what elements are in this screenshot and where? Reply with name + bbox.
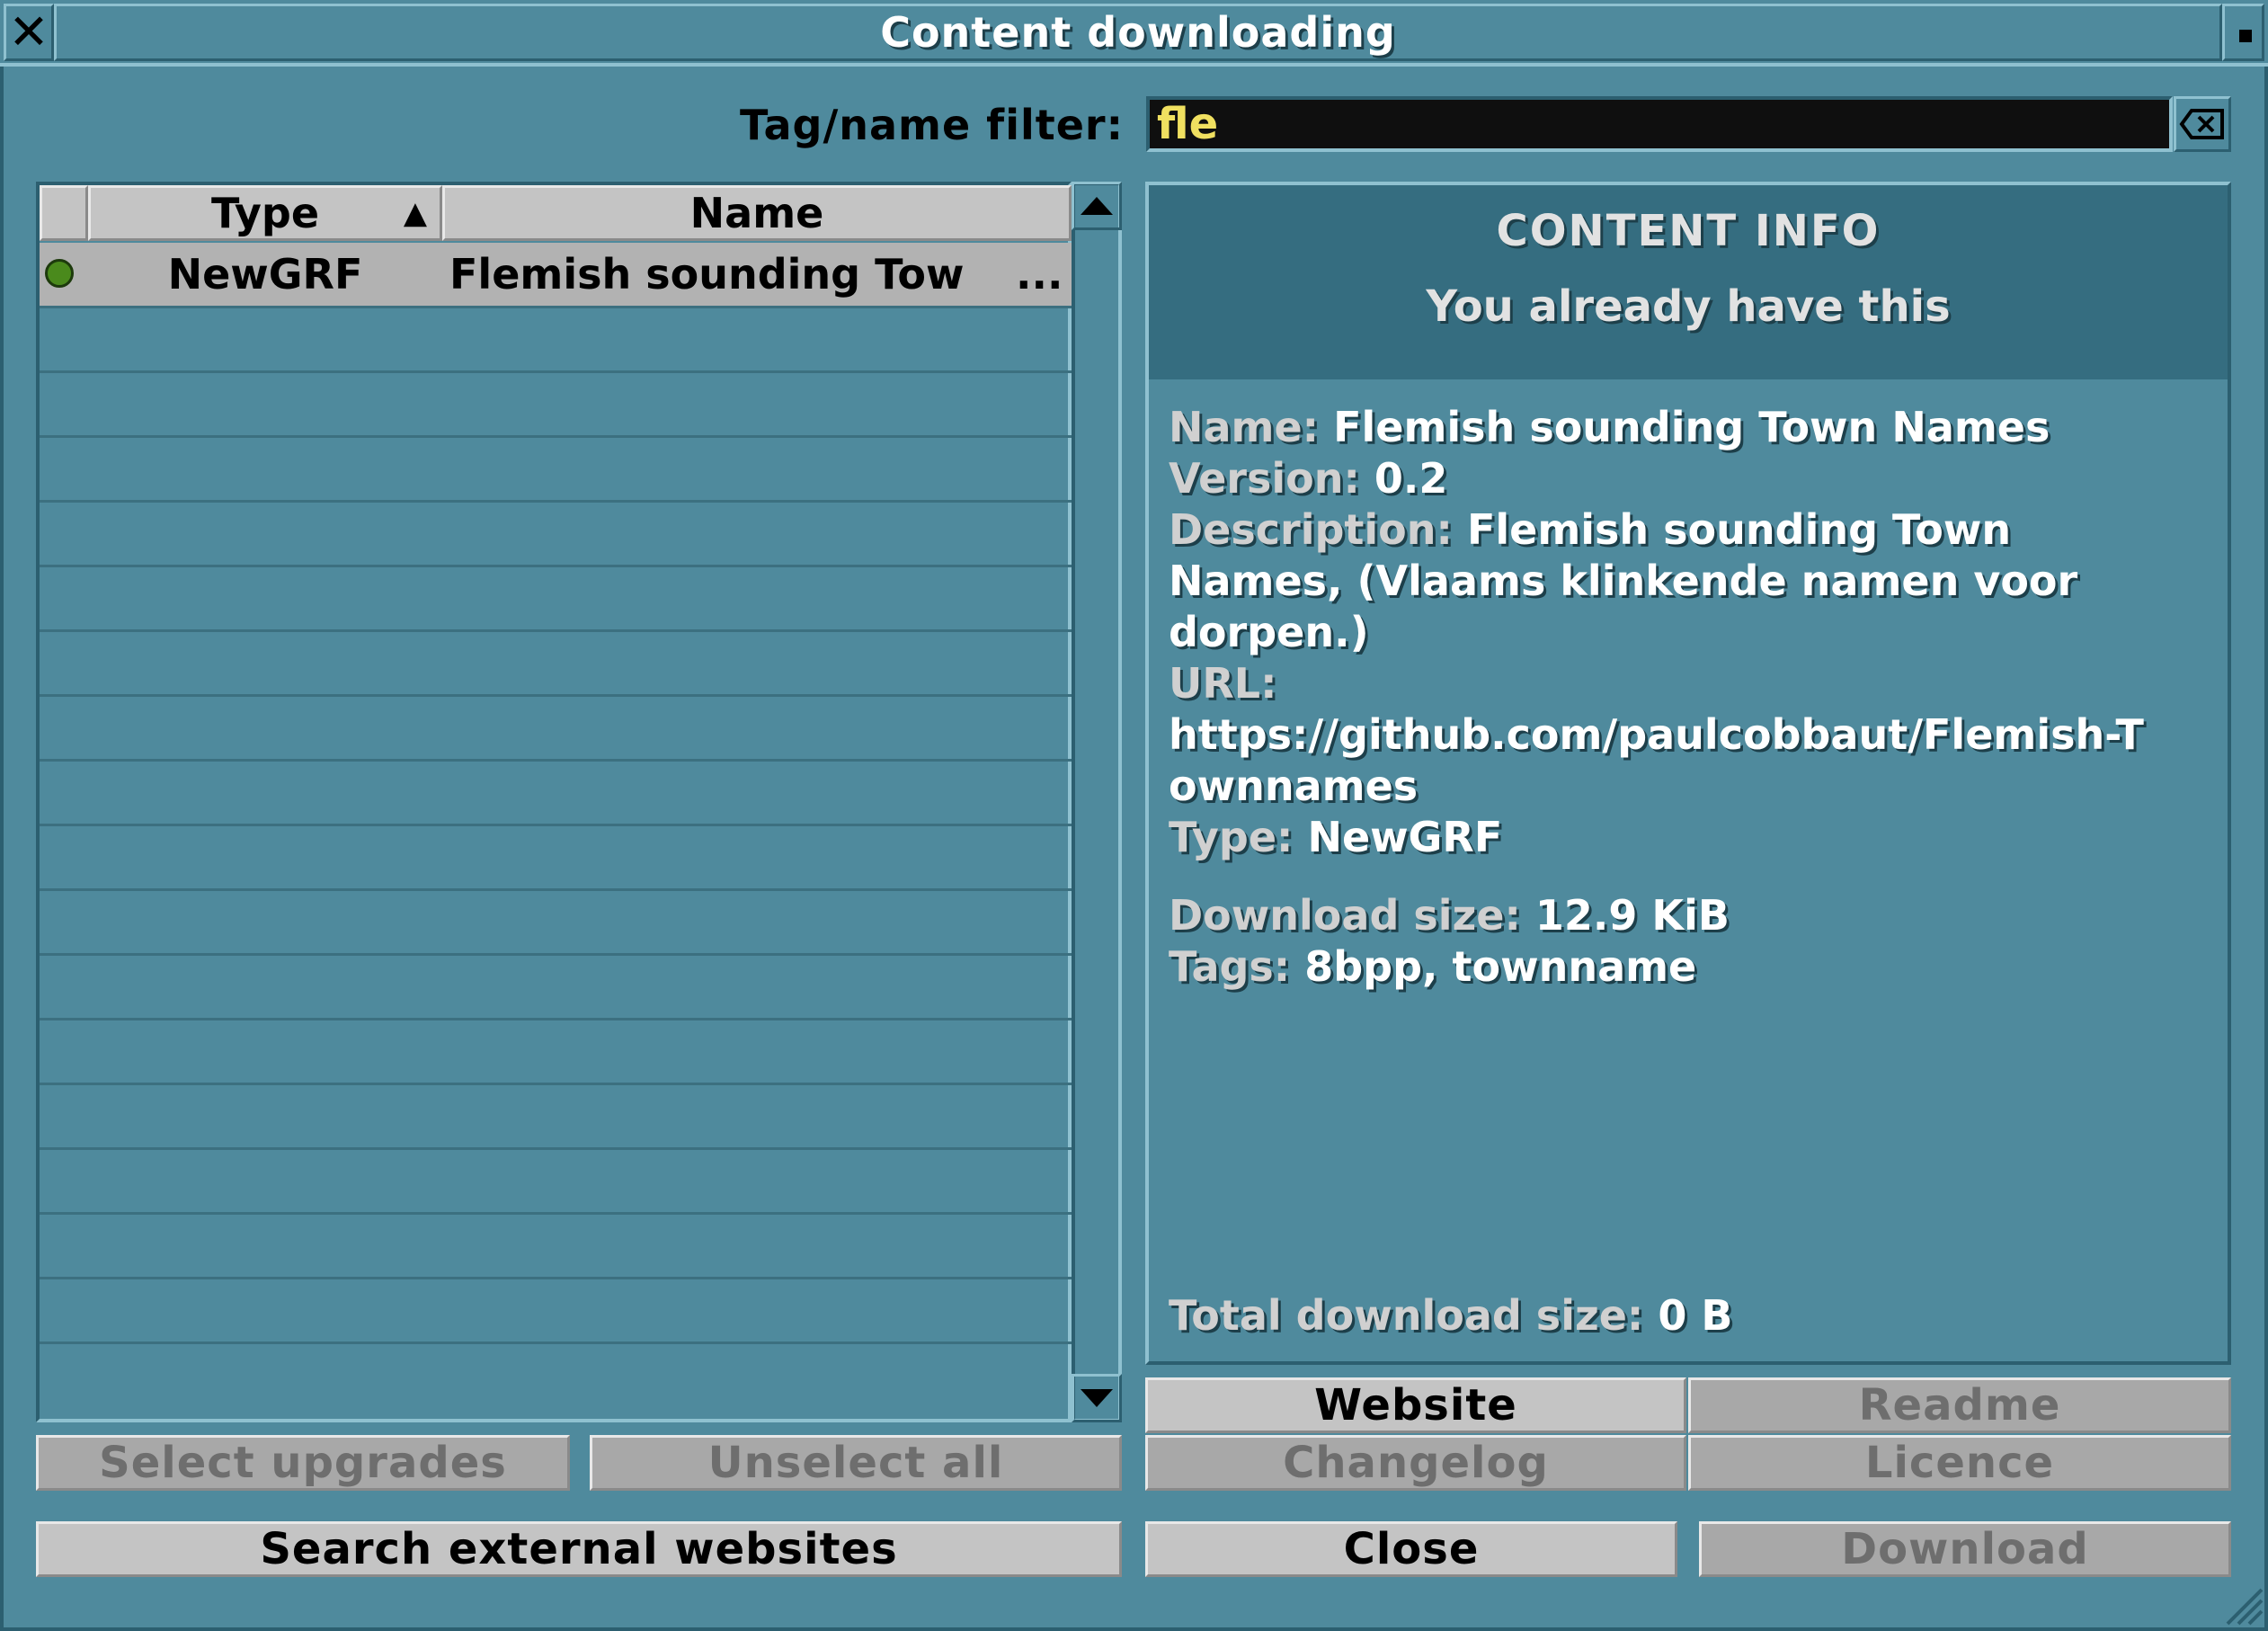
total-download-size-label: Total download size: — [1169, 1291, 1644, 1340]
filter-input-value: fle — [1157, 99, 1219, 149]
window-title[interactable]: Content downloading — [54, 4, 2222, 61]
search-external-websites-button[interactable]: Search external websites — [36, 1521, 1122, 1577]
status-installed-icon — [45, 259, 74, 288]
row-divider — [40, 1341, 1072, 1344]
info-name: Name: Flemish sounding Town Names — [1169, 402, 2211, 453]
list-item-ellipsis: ... — [1016, 250, 1063, 299]
row-divider — [40, 1018, 1072, 1020]
unselect-all-button[interactable]: Unselect all — [590, 1435, 1122, 1491]
readme-button[interactable]: Readme — [1688, 1377, 2231, 1433]
row-divider — [40, 1277, 1072, 1279]
row-divider — [40, 565, 1072, 567]
licence-button[interactable]: Licence — [1688, 1435, 2231, 1491]
website-button[interactable]: Website — [1145, 1377, 1686, 1433]
scroll-down-button[interactable] — [1072, 1374, 1122, 1422]
filter-clear-button[interactable] — [2174, 96, 2231, 152]
info-url-line1: https://github.com/paulcobbaut/Flemish-T — [1169, 710, 2144, 759]
info-download-size-value: 12.9 KiB — [1534, 891, 1730, 940]
resize-handle-icon[interactable] — [2220, 1582, 2265, 1627]
row-divider — [40, 306, 1072, 308]
row-divider — [40, 629, 1072, 632]
sort-ascending-icon: ▲ — [403, 195, 427, 231]
info-url-line2: ownnames — [1169, 762, 1419, 810]
column-header-type[interactable]: Type ▲ — [88, 185, 442, 241]
column-header-status[interactable] — [40, 185, 88, 241]
arrow-up-icon — [1081, 197, 1113, 215]
close-icon: ✕ — [8, 4, 49, 60]
info-type-value: NewGRF — [1307, 813, 1503, 861]
filter-label: Tag/name filter: — [740, 101, 1124, 149]
row-divider — [40, 1147, 1072, 1150]
row-divider — [40, 953, 1072, 956]
row-divider — [40, 759, 1072, 762]
row-divider — [40, 694, 1072, 697]
info-version: Version: 0.2 — [1169, 453, 2211, 504]
info-description-line1: Flemish sounding Town — [1466, 505, 2012, 554]
info-tags: Tags: 8bpp, townname — [1169, 941, 2211, 993]
filter-input[interactable]: fle — [1146, 96, 2173, 152]
total-download-size: Total download size: 0 B — [1169, 1290, 2211, 1341]
column-header-type-label: Type — [210, 189, 320, 237]
select-upgrades-button[interactable]: Select upgrades — [36, 1435, 570, 1491]
info-description-line2: Names, (Vlaams klinkende namen voor — [1169, 557, 2078, 605]
row-divider — [40, 888, 1072, 891]
info-name-label: Name: — [1169, 403, 1320, 451]
info-tags-label: Tags: — [1169, 942, 1291, 991]
info-url-label: URL: — [1169, 659, 1277, 708]
info-type-label: Type: — [1169, 813, 1294, 861]
backspace-icon — [2179, 109, 2224, 139]
info-description: Description: Flemish sounding Town — [1169, 504, 2211, 556]
info-description-line3: dorpen.) — [1169, 608, 1369, 656]
sticky-button[interactable] — [2222, 4, 2264, 61]
list-item-name: Flemish sounding Tow — [449, 250, 965, 299]
row-divider — [40, 1212, 1072, 1215]
changelog-button[interactable]: Changelog — [1145, 1435, 1686, 1491]
list-scrollbar[interactable] — [1072, 182, 1122, 1422]
row-divider — [40, 370, 1072, 373]
info-url: URL: — [1169, 658, 2211, 709]
window-close-button[interactable]: ✕ — [4, 4, 54, 61]
row-divider — [40, 1083, 1072, 1085]
download-button[interactable]: Download — [1699, 1521, 2231, 1577]
content-info-status: You already have this — [1426, 281, 1951, 332]
column-header-name-label: Name — [689, 189, 824, 237]
info-download-size-label: Download size: — [1169, 891, 1521, 940]
column-header-name[interactable]: Name — [442, 185, 1072, 241]
window-title-text: Content downloading — [880, 8, 1396, 57]
row-divider — [40, 500, 1072, 503]
info-version-value: 0.2 — [1374, 454, 1448, 503]
content-info-title: CONTENT INFO — [1496, 206, 1881, 256]
info-name-value: Flemish sounding Town Names — [1333, 403, 2050, 451]
info-download-size: Download size: 12.9 KiB — [1169, 890, 2211, 941]
info-tags-value: 8bpp, townname — [1304, 942, 1697, 991]
row-divider — [40, 824, 1072, 826]
total-download-size-value: 0 B — [1658, 1291, 1733, 1340]
arrow-down-icon — [1081, 1389, 1113, 1407]
row-divider — [40, 435, 1072, 438]
info-type: Type: NewGRF — [1169, 812, 2211, 863]
scroll-up-button[interactable] — [1072, 182, 1122, 230]
info-version-label: Version: — [1169, 454, 1360, 503]
info-description-label: Description: — [1169, 505, 1453, 554]
close-button[interactable]: Close — [1145, 1521, 1677, 1577]
sticky-icon — [2239, 30, 2252, 42]
content-list[interactable] — [36, 182, 1072, 1422]
list-item-type: NewGRF — [167, 250, 363, 299]
